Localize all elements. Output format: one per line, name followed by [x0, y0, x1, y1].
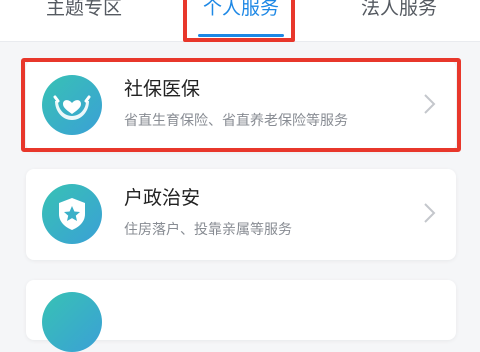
police-badge-icon: [42, 184, 102, 244]
service-icon: [42, 292, 102, 352]
service-subtitle: 住房落户、投靠亲属等服务: [124, 222, 292, 238]
tab-label: 主题专区: [45, 0, 122, 19]
tab-legal-entity-services[interactable]: 法人服务: [344, 0, 454, 42]
service-title: 户政治安: [124, 187, 201, 209]
highlight-box-card: [21, 58, 461, 152]
highlight-box-tab: [183, 0, 295, 42]
chevron-right-icon: [424, 203, 436, 223]
service-card-partial[interactable]: [26, 280, 456, 352]
tab-theme-zone[interactable]: 主题专区: [28, 0, 140, 42]
service-card-household-public-security[interactable]: 户政治安 住房落户、投靠亲属等服务: [26, 169, 456, 260]
tab-label: 法人服务: [360, 0, 437, 19]
